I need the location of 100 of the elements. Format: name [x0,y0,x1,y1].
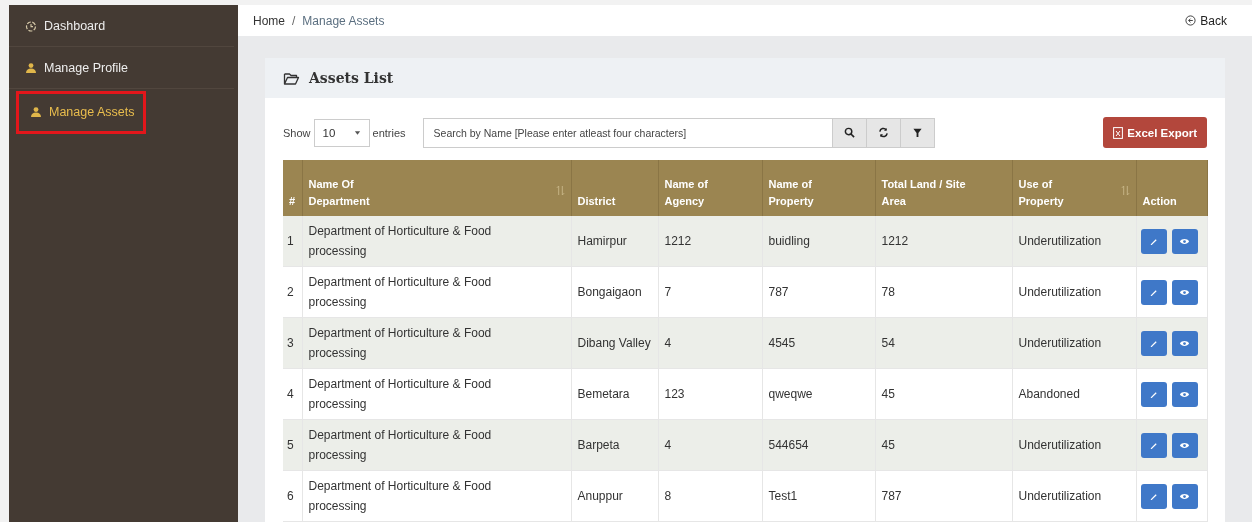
table-cell: 3 [283,317,302,369]
table-cell: 6 [283,470,302,522]
table-cell: 787 [875,470,1012,522]
table-cell: Department of Horticulture & Food processing [302,368,571,420]
refresh-icon [877,127,889,138]
table-cell: 2 [283,266,302,318]
table-cell: 8 [658,470,762,522]
table-cell: 1 [283,216,302,267]
export-button[interactable]: Excel Export [1103,117,1207,148]
view-button[interactable] [1171,483,1198,509]
search-button[interactable] [832,117,867,148]
table-cell: Department of Horticulture & Food processing [302,266,571,318]
table-cell: 1212 [875,216,1012,267]
column-header[interactable]: # [283,160,302,216]
edit-button[interactable] [1140,381,1167,407]
back-link[interactable]: Back [1185,13,1227,28]
sidebar-item[interactable]: Manage Assets [16,91,146,134]
user-icon [25,61,37,74]
filter-icon [911,127,923,138]
table-cell: Barpeta [571,419,658,471]
table-cell: 5 [283,419,302,471]
card-title: Assets List [309,70,394,86]
table-cell: 7 [658,266,762,318]
sort-icon [555,185,565,196]
table-cell: Department of Horticulture & Food processing [302,470,571,522]
table-cell: Dibang Valley [571,317,658,369]
pencil-icon [1148,491,1159,501]
breadcrumb-separator: / [292,13,296,28]
eye-icon [1179,491,1191,501]
column-header[interactable]: Action [1136,160,1207,216]
table-cell: Department of Horticulture & Food processing [302,419,571,471]
search-field[interactable]: Search by Name [Please enter atleast four characters] [422,117,833,148]
entries-label: entries [372,126,406,139]
table-cell: buidling [762,216,875,267]
table-cell: Underutilization [1012,470,1136,522]
eye-icon [1179,389,1191,399]
table-cell: Bemetara [571,368,658,420]
pencil-icon [1148,440,1159,450]
column-header[interactable]: Total Land / Site Area [875,160,1012,216]
breadcrumb-link[interactable]: Manage Assets [302,13,385,28]
eye-icon [1179,440,1191,450]
table-cell: 45 [875,368,1012,420]
edit-button[interactable] [1140,483,1167,509]
view-button[interactable] [1171,279,1198,305]
edit-button[interactable] [1140,432,1167,458]
view-button[interactable] [1171,381,1198,407]
edit-button[interactable] [1140,330,1167,356]
table-cell: Test1 [762,470,875,522]
sort-icon [1120,185,1130,196]
eye-icon [1179,236,1191,246]
breadcrumb-link[interactable]: Home [253,13,285,28]
table-cell: Bongaigaon [571,266,658,318]
back-arrow-icon [1185,15,1197,26]
folder-icon [283,71,300,85]
table-cell: Underutilization [1012,419,1136,471]
pencil-icon [1148,287,1159,297]
table-cell: Abandoned [1012,368,1136,420]
table-cell: 4 [658,419,762,471]
edit-button[interactable] [1140,279,1167,305]
column-header[interactable]: Name Of Department [302,160,571,216]
column-header[interactable]: District [571,160,658,216]
edit-button[interactable] [1140,228,1167,254]
column-header[interactable]: Use of Property [1012,160,1136,216]
caret-icon [353,129,361,136]
view-button[interactable] [1171,432,1198,458]
table-cell: qweqwe [762,368,875,420]
table-cell: 787 [762,266,875,318]
table-cell: Department of Horticulture & Food processing [302,216,571,267]
table-cell: 78 [875,266,1012,318]
view-button[interactable] [1171,228,1198,254]
table-cell: 123 [658,368,762,420]
clock-icon [25,19,37,32]
column-header[interactable]: Name of Agency [658,160,762,216]
view-button[interactable] [1171,330,1198,356]
show-label: Show [283,126,311,139]
table-cell: Underutilization [1012,317,1136,369]
eye-icon [1179,338,1191,348]
search-icon [843,127,855,138]
table-cell: 54 [875,317,1012,369]
filter-button[interactable] [900,117,935,148]
table-cell: Underutilization [1012,266,1136,318]
pencil-icon [1148,338,1159,348]
table-cell: 544654 [762,419,875,471]
pencil-icon [1148,236,1159,246]
table-cell: Anuppur [571,470,658,522]
table-cell: 4545 [762,317,875,369]
table-cell: Department of Horticulture & Food processing [302,317,571,369]
table-cell: 4 [283,368,302,420]
table-cell: 4 [658,317,762,369]
eye-icon [1179,287,1191,297]
sidebar-item[interactable]: Dashboard [9,5,234,47]
spreadsheet-icon [1113,126,1124,139]
entries-select[interactable]: 10 [313,118,370,147]
sidebar-item[interactable]: Manage Profile [9,47,234,89]
pencil-icon [1148,389,1159,399]
column-header[interactable]: Name of Property [762,160,875,216]
user-icon [30,106,42,118]
refresh-button[interactable] [866,117,901,148]
table-cell: Hamirpur [571,216,658,267]
table-cell: 45 [875,419,1012,471]
